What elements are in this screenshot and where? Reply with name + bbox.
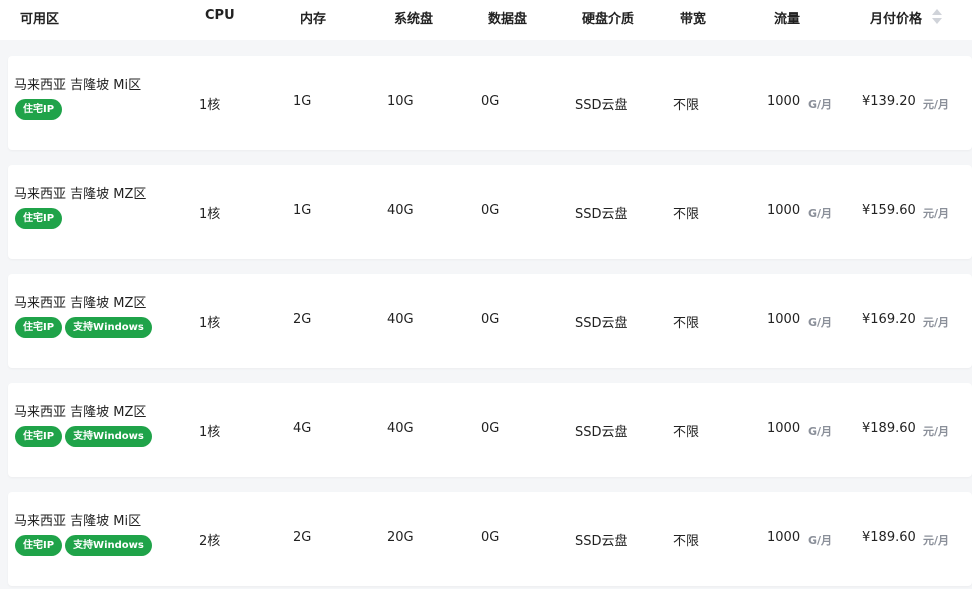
system-disk-value: 40G [387,312,414,327]
traffic-unit: G/月 [808,534,833,547]
table-row[interactable]: 马来西亚 吉隆坡 MZ区 住宅IP 支持Windows 1核 2G 40G 0G … [8,274,972,368]
table-header: 可用区 CPU 内存 系统盘 数据盘 硬盘介质 带宽 流量 月付价格 [0,0,972,40]
data-disk-value: 0G [481,530,500,545]
traffic-value: 1000 [767,203,801,218]
system-disk-value: 10G [387,94,414,109]
cpu-value: 2核 [199,534,221,549]
header-cpu: CPU [205,8,235,23]
badge-group: 住宅IP 支持Windows [15,535,155,557]
bandwidth-value: 不限 [673,207,700,222]
sort-icon[interactable] [932,7,942,25]
price-value: ¥159.60 [862,203,916,218]
disk-media-value: SSD云盘 [575,534,628,549]
cpu-value: 1核 [199,316,221,331]
traffic-unit: G/月 [808,316,833,329]
disk-media-value: SSD云盘 [575,425,628,440]
bandwidth-value: 不限 [673,534,700,549]
traffic-value: 1000 [767,421,801,436]
price-unit: 元/月 [923,316,950,329]
cpu-value: 1核 [199,425,221,440]
header-data-disk: 数据盘 [488,12,528,27]
zone-name: 马来西亚 吉隆坡 MZ区 [14,187,147,202]
zone-name: 马来西亚 吉隆坡 Mi区 [14,78,142,93]
header-system-disk: 系统盘 [394,12,434,27]
disk-media-value: SSD云盘 [575,207,628,222]
zone-name: 马来西亚 吉隆坡 MZ区 [14,296,147,311]
table-row[interactable]: 马来西亚 吉隆坡 Mi区 住宅IP 1核 1G 10G 0G SSD云盘 不限 … [8,56,972,150]
zone-name: 马来西亚 吉隆坡 Mi区 [14,514,142,529]
disk-media-value: SSD云盘 [575,98,628,113]
header-bandwidth: 带宽 [680,12,707,27]
traffic-value: 1000 [767,94,801,109]
badge-windows-support: 支持Windows [65,426,152,447]
header-price[interactable]: 月付价格 [870,8,922,27]
badge-residential-ip: 住宅IP [15,208,63,229]
traffic-value: 1000 [767,530,801,545]
zone-name: 马来西亚 吉隆坡 MZ区 [14,405,147,420]
badge-residential-ip: 住宅IP [15,426,63,447]
sort-ascending-icon[interactable] [932,9,942,15]
header-memory: 内存 [300,12,327,27]
bandwidth-value: 不限 [673,98,700,113]
price-value: ¥139.20 [862,94,916,109]
header-zone: 可用区 [20,12,60,27]
memory-value: 2G [293,312,312,327]
traffic-unit: G/月 [808,98,833,111]
memory-value: 2G [293,530,312,545]
badge-group: 住宅IP [15,208,65,230]
data-disk-value: 0G [481,94,500,109]
bandwidth-value: 不限 [673,425,700,440]
badge-windows-support: 支持Windows [65,535,152,556]
memory-value: 1G [293,94,312,109]
bandwidth-value: 不限 [673,316,700,331]
traffic-value: 1000 [767,312,801,327]
cpu-value: 1核 [199,207,221,222]
price-unit: 元/月 [923,98,950,111]
price-value: ¥169.20 [862,312,916,327]
price-unit: 元/月 [923,425,950,438]
badge-residential-ip: 住宅IP [15,317,63,338]
badge-residential-ip: 住宅IP [15,99,63,120]
memory-value: 4G [293,421,312,436]
memory-value: 1G [293,203,312,218]
system-disk-value: 40G [387,421,414,436]
plan-table: 可用区 CPU 内存 系统盘 数据盘 硬盘介质 带宽 流量 月付价格 马来西亚 … [0,0,972,589]
badge-group: 住宅IP [15,99,65,121]
header-disk-media: 硬盘介质 [582,12,635,27]
table-row[interactable]: 马来西亚 吉隆坡 MZ区 住宅IP 1核 1G 40G 0G SSD云盘 不限 … [8,165,972,259]
badge-group: 住宅IP 支持Windows [15,317,155,339]
badge-windows-support: 支持Windows [65,317,152,338]
system-disk-value: 40G [387,203,414,218]
header-traffic: 流量 [774,12,801,27]
price-value: ¥189.60 [862,530,916,545]
system-disk-value: 20G [387,530,414,545]
cpu-value: 1核 [199,98,221,113]
disk-media-value: SSD云盘 [575,316,628,331]
price-unit: 元/月 [923,207,950,220]
price-value: ¥189.60 [862,421,916,436]
price-unit: 元/月 [923,534,950,547]
data-disk-value: 0G [481,203,500,218]
traffic-unit: G/月 [808,207,833,220]
traffic-unit: G/月 [808,425,833,438]
data-disk-value: 0G [481,421,500,436]
badge-residential-ip: 住宅IP [15,535,63,556]
table-row[interactable]: 马来西亚 吉隆坡 MZ区 住宅IP 支持Windows 1核 4G 40G 0G … [8,383,972,477]
data-disk-value: 0G [481,312,500,327]
badge-group: 住宅IP 支持Windows [15,426,155,448]
table-row[interactable]: 马来西亚 吉隆坡 Mi区 住宅IP 支持Windows 2核 2G 20G 0G … [8,492,972,586]
sort-descending-icon[interactable] [932,18,942,24]
